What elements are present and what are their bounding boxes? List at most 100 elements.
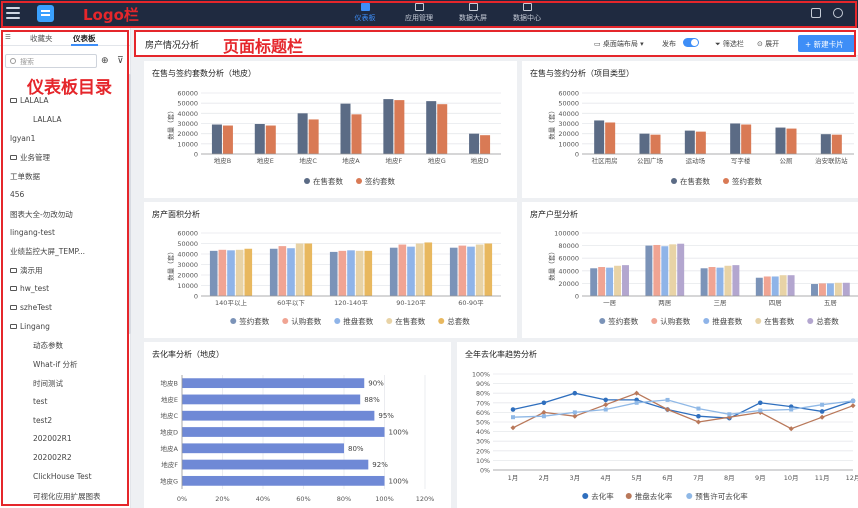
x-tick-label: 12月 xyxy=(846,474,858,482)
tree-folder[interactable]: 演示用 xyxy=(10,265,43,276)
bar xyxy=(811,284,818,296)
bar xyxy=(842,282,850,296)
tree-item-label: 动态参数 xyxy=(33,341,63,351)
card-destock-rate-by-plot[interactable]: 去化率分析（地皮） 0% 20% 40% 60% 80% 100% 120% 90% 地皮B 88%… xyxy=(144,342,451,508)
nav-item-data-center[interactable]: 数据中心 xyxy=(497,3,557,23)
x-tick-label: 一居 xyxy=(603,299,617,307)
data-label: 80% xyxy=(348,445,364,453)
tree-item[interactable]: 工单数据 xyxy=(10,171,40,182)
tab-favorites[interactable]: 收藏夹 xyxy=(30,33,53,44)
tree-item[interactable]: 图表大全-勿改勿动 xyxy=(10,209,73,220)
add-icon[interactable]: ⊕ xyxy=(101,56,109,66)
x-tick-label: 120% xyxy=(416,495,435,503)
tree-folder[interactable]: hw_test xyxy=(10,284,49,293)
legend-label: 签约套数 xyxy=(365,176,395,186)
tree-item-label: 202002R1 xyxy=(33,434,72,444)
tree-item[interactable]: 可视化应用扩展图表 xyxy=(33,491,101,502)
tree-item-label: test2 xyxy=(33,415,53,425)
bar xyxy=(209,250,218,296)
apps-icon xyxy=(414,3,424,11)
tree-folder[interactable]: Lingang xyxy=(10,322,50,331)
card-layout-analysis[interactable]: 房产户型分析 0 20000 40000 60000 80000 100000 数量（套） 一居… xyxy=(522,202,858,338)
card-annual-destock-trend[interactable]: 全年去化率趋势分析 0% 10% 20% 30% 40% 50% 60% 70% 80% 90% 10… xyxy=(457,342,858,508)
tab-dashboards[interactable]: 仪表板 xyxy=(71,33,97,46)
folder-icon xyxy=(10,286,17,291)
bar xyxy=(182,378,365,389)
filter-icon[interactable]: ⊽ xyxy=(117,56,124,66)
tree-item-label: lingang-test xyxy=(10,227,55,237)
tree-item[interactable]: 202002R1 xyxy=(33,434,72,443)
filter-bar-toggle[interactable]: ⏷ 筛选栏 xyxy=(715,39,744,49)
tree-item[interactable]: test2 xyxy=(33,416,52,425)
layout-label: 桌面端布局 xyxy=(602,40,638,48)
chevron-down-icon: ▾ xyxy=(637,40,644,48)
legend-label: 在售套数 xyxy=(395,316,425,326)
tree-item[interactable]: lingang-test xyxy=(10,228,55,237)
dashboard-directory-sidebar: ☰ 收藏夹 仪表板 搜索 ⊕ ⊽ 仪表板目录 LALALA LALALA lgyan… xyxy=(0,28,131,508)
bar xyxy=(235,249,244,296)
y-tick-label: 90% xyxy=(476,381,490,388)
bar xyxy=(606,267,614,296)
tree-item[interactable]: 时间测试 xyxy=(33,378,63,389)
tree-folder[interactable]: szheTest xyxy=(10,303,52,312)
x-tick-label: 三居 xyxy=(714,299,728,307)
tree-folder[interactable]: LALALA xyxy=(10,96,48,105)
y-axis-label: 数量（套） xyxy=(547,107,556,140)
card-area-analysis[interactable]: 房产面积分析 0 10000 20000 30000 40000 50000 60000 数量（… xyxy=(144,202,517,338)
bar xyxy=(426,101,437,154)
y-tick-label: 40000 xyxy=(177,110,198,118)
bar xyxy=(826,283,834,296)
nav-item-app-management[interactable]: 应用管理 xyxy=(389,3,449,23)
tree-folder[interactable]: 业务管理 xyxy=(10,152,50,163)
bar xyxy=(598,267,606,296)
data-point xyxy=(541,409,547,415)
app-logo-icon[interactable] xyxy=(37,5,54,22)
tree-item[interactable]: 业绩监控大屏_TEMP... xyxy=(10,246,85,257)
chart-annual-destock-trend: 0% 10% 20% 30% 40% 50% 60% 70% 80% 90% 100% 1月 2月 3月 4… xyxy=(472,372,858,502)
new-card-button[interactable]: + 新建卡片 xyxy=(798,35,856,52)
tree-item[interactable]: 456 xyxy=(10,190,24,199)
layout-selector[interactable]: ▭ 桌面端布局 ▾ xyxy=(594,39,644,49)
card-sales-contract-by-type[interactable]: 在售与签约分析（项目类型） 0 10000 20000 30000 40000 50000 6… xyxy=(522,61,858,198)
bar xyxy=(605,122,616,154)
x-tick-label: 地皮D xyxy=(471,156,489,165)
folder-icon xyxy=(10,323,17,329)
tree-item[interactable]: test xyxy=(33,397,47,406)
bar xyxy=(182,427,385,437)
tree-item[interactable]: What-if 分析 xyxy=(33,359,78,370)
chart-layout-analysis: 0 20000 40000 60000 80000 100000 数量（套） 一居 两居 三居 四居… xyxy=(547,230,858,326)
data-point xyxy=(603,397,609,403)
publish-toggle[interactable] xyxy=(683,38,699,47)
y-tick-label: 0% xyxy=(480,468,490,475)
tree-item-label: 演示用 xyxy=(20,266,43,276)
sidebar-scrollbar[interactable] xyxy=(128,74,131,334)
x-tick-label: 120-140平 xyxy=(334,299,368,307)
y-tick-label: 50000 xyxy=(177,240,198,248)
nav-item-data-screen[interactable]: 数据大屏 xyxy=(443,3,503,23)
menu-icon[interactable] xyxy=(6,7,20,19)
legend-marker xyxy=(625,493,632,499)
list-icon[interactable]: ☰ xyxy=(5,33,11,41)
tree-item[interactable]: 202002R2 xyxy=(33,453,72,462)
tree-item[interactable]: 动态参数 xyxy=(33,340,63,351)
bar xyxy=(475,244,484,296)
tree-item[interactable]: LALALA xyxy=(33,115,61,124)
data-point xyxy=(572,390,578,396)
bar xyxy=(732,265,740,296)
x-tick-label: 1月 xyxy=(508,474,519,482)
tree-item[interactable]: ClickHouse Test xyxy=(33,472,92,481)
data-point xyxy=(850,403,856,409)
nav-item-dashboard[interactable]: 仪表板 xyxy=(335,3,395,28)
bar xyxy=(594,120,605,154)
bar xyxy=(741,124,752,154)
help-icon[interactable] xyxy=(833,8,843,18)
search-input[interactable]: 搜索 xyxy=(5,54,97,68)
bar xyxy=(730,123,741,154)
tree-item[interactable]: lgyan1 xyxy=(10,134,35,143)
bar xyxy=(480,135,491,154)
expand-button[interactable]: ⊙ 展开 xyxy=(757,39,779,49)
tree-item-label: 业务管理 xyxy=(20,153,50,163)
bar xyxy=(653,244,661,296)
card-sales-contract-by-plot[interactable]: 在售与签约套数分析（地皮） 0 10000 20000 30000 40000 50000 6… xyxy=(144,61,517,198)
calendar-icon[interactable] xyxy=(811,8,821,18)
